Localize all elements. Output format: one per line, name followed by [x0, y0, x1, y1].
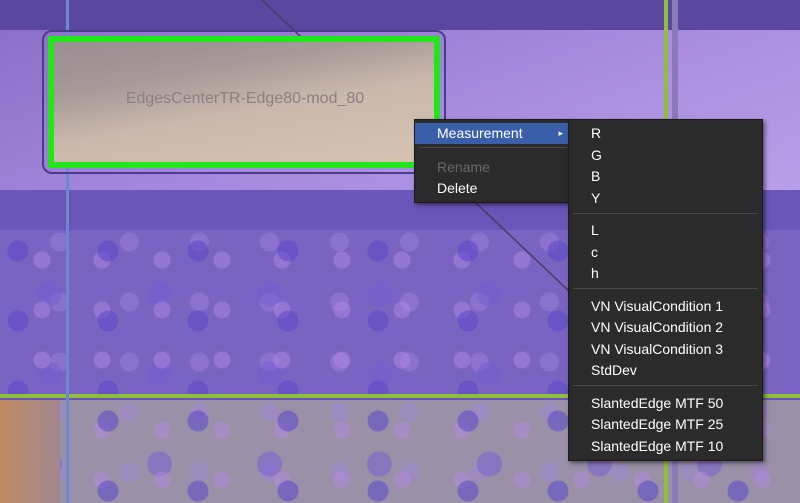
context-menu: Measurement ▸ Rename Delete	[414, 119, 572, 203]
menu-item-measurement[interactable]: Measurement ▸	[415, 123, 571, 144]
menu-separator	[573, 385, 758, 386]
menu-item-rename[interactable]: Rename	[415, 157, 571, 178]
submenu-item-slantededge-mtf-25[interactable]: SlantedEdge MTF 25	[569, 414, 762, 435]
submenu-item-slantededge-mtf-50[interactable]: SlantedEdge MTF 50	[569, 393, 762, 414]
roi-label: EdgesCenterTR-Edge80-mod_80	[125, 90, 365, 107]
submenu-item-y[interactable]: Y	[569, 188, 762, 209]
menu-separator	[573, 213, 758, 214]
menu-item-label: Measurement	[437, 125, 523, 141]
menu-separator	[419, 147, 567, 148]
submenu-item-r[interactable]: R	[569, 123, 762, 144]
menu-separator	[573, 288, 758, 289]
submenu-arrow-icon: ▸	[558, 128, 563, 138]
menu-item-label: Rename	[437, 159, 490, 175]
submenu-item-vn-visualcondition-2[interactable]: VN VisualCondition 2	[569, 317, 762, 338]
submenu-item-slantededge-mtf-10[interactable]: SlantedEdge MTF 10	[569, 436, 762, 457]
submenu-item-c[interactable]: c	[569, 242, 762, 263]
submenu-item-g[interactable]: G	[569, 145, 762, 166]
submenu-item-stddev[interactable]: StdDev	[569, 360, 762, 381]
menu-item-label: Delete	[437, 180, 478, 196]
submenu-item-l[interactable]: L	[569, 220, 762, 241]
submenu-item-h[interactable]: h	[569, 263, 762, 284]
submenu-item-b[interactable]: B	[569, 166, 762, 187]
submenu-item-vn-visualcondition-3[interactable]: VN VisualCondition 3	[569, 339, 762, 360]
submenu-item-vn-visualcondition-1[interactable]: VN VisualCondition 1	[569, 296, 762, 317]
measurement-submenu: R G B Y L c h VN VisualCondition 1 VN Vi…	[568, 119, 763, 461]
menu-item-delete[interactable]: Delete	[415, 178, 571, 199]
